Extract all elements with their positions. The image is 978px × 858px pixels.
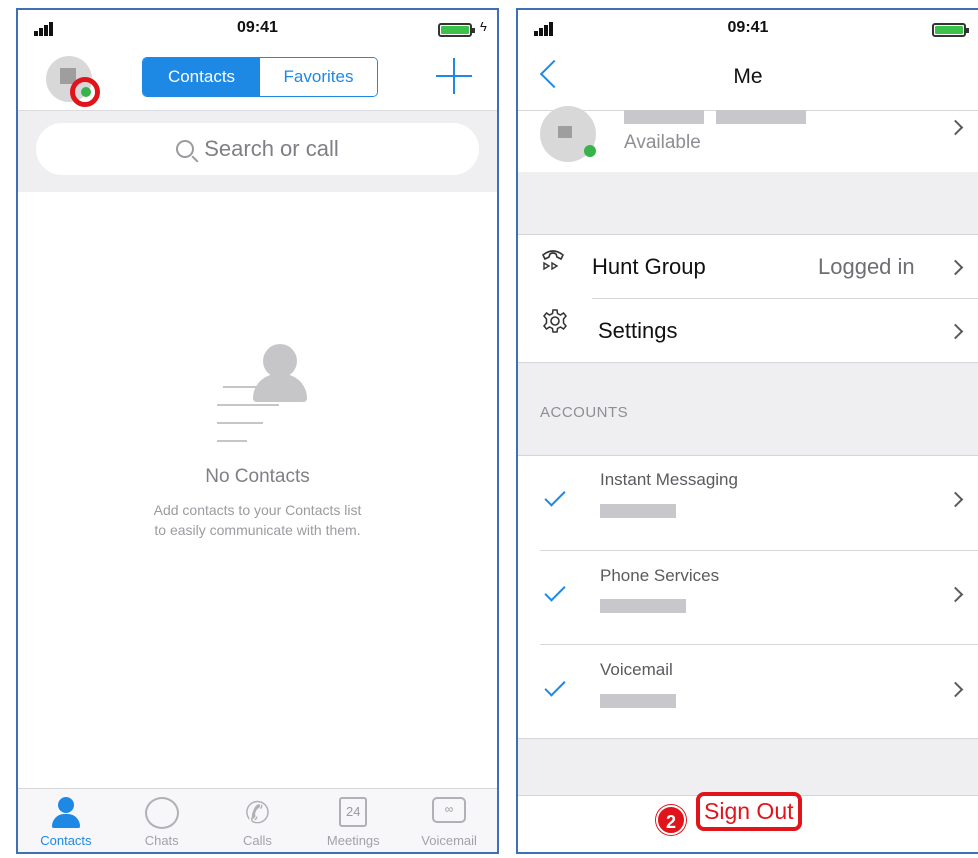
chevron-right-icon [947, 259, 964, 276]
status-time: 09:41 [727, 19, 769, 36]
chat-bubble-icon [144, 797, 179, 829]
hunt-group-status: Logged in [818, 254, 915, 279]
status-bar: 09:41 [518, 10, 978, 48]
tab-contacts-segment[interactable]: Contacts [143, 58, 260, 96]
search-input[interactable]: Search or call [36, 123, 479, 175]
accounts-section-header: ACCOUNTS [540, 404, 629, 421]
status-bar: 09:41 ϟ [18, 10, 497, 48]
tab-chats[interactable]: Chats [114, 789, 210, 852]
empty-state-title: No Contacts [205, 466, 310, 487]
profile-status: Available [624, 132, 701, 153]
contacts-screen: 09:41 ϟ 1 Contacts Favorites Search or c… [16, 8, 499, 854]
chevron-right-icon [947, 119, 964, 136]
battery-icon [438, 23, 475, 37]
callout-badge-2: 2 [656, 805, 686, 835]
row-label: Hunt Group [592, 254, 706, 279]
checkmark-icon [544, 675, 566, 697]
empty-state-description: Add contacts to your Contacts list to ea… [153, 502, 362, 538]
footer-spacer [518, 739, 978, 795]
callout-highlight-2: Sign Out [696, 792, 802, 831]
chevron-right-icon [947, 491, 964, 508]
checkmark-icon [544, 485, 566, 507]
search-icon [176, 140, 195, 158]
status-time: 09:41 [237, 19, 278, 36]
tab-meetings[interactable]: 24 Meetings [305, 789, 401, 852]
charging-icon: ϟ [480, 19, 487, 34]
chevron-right-icon [947, 586, 964, 603]
gear-icon [543, 309, 567, 333]
sign-out-button[interactable]: Sign Out [704, 798, 794, 825]
add-contact-icon[interactable] [436, 58, 472, 94]
profile-name-redacted [716, 110, 806, 124]
phone-icon: ✆ [244, 797, 271, 830]
checkmark-icon [544, 580, 566, 602]
section-spacer [518, 172, 978, 234]
voicemail-icon: ∞ [432, 797, 467, 823]
battery-icon [932, 23, 969, 37]
search-bar: Search or call [18, 110, 497, 192]
page-title: Me [733, 65, 763, 88]
tab-voicemail[interactable]: ∞ Voicemail [401, 789, 497, 852]
tab-contacts[interactable]: Contacts [18, 789, 114, 852]
chevron-right-icon [947, 323, 964, 340]
bottom-tab-bar: Contacts Chats ✆ Calls 24 Meetings ∞ Voi… [18, 788, 497, 852]
account-label: Phone Services [600, 566, 720, 585]
presence-status-dot [584, 145, 596, 157]
person-icon [50, 797, 82, 829]
chevron-right-icon [947, 681, 964, 698]
tab-favorites-segment[interactable]: Favorites [260, 58, 377, 96]
contacts-favorites-toggle: Contacts Favorites [142, 57, 378, 97]
profile-name-redacted [624, 110, 704, 124]
account-label: Voicemail [600, 660, 673, 679]
account-label: Instant Messaging [600, 470, 738, 489]
callout-highlight-1 [70, 77, 100, 107]
hunt-group-icon [541, 250, 565, 271]
no-contacts-illustration-icon [213, 344, 313, 444]
account-id-redacted [600, 504, 676, 518]
search-placeholder: Search or call [204, 136, 339, 161]
row-label: Settings [598, 318, 678, 343]
account-id-redacted [600, 599, 686, 613]
me-screen: 09:41 Me Available Hunt Group Logged in … [516, 8, 978, 854]
calendar-icon: 24 [339, 797, 368, 827]
account-id-redacted [600, 694, 676, 708]
tab-calls[interactable]: ✆ Calls [210, 789, 306, 852]
